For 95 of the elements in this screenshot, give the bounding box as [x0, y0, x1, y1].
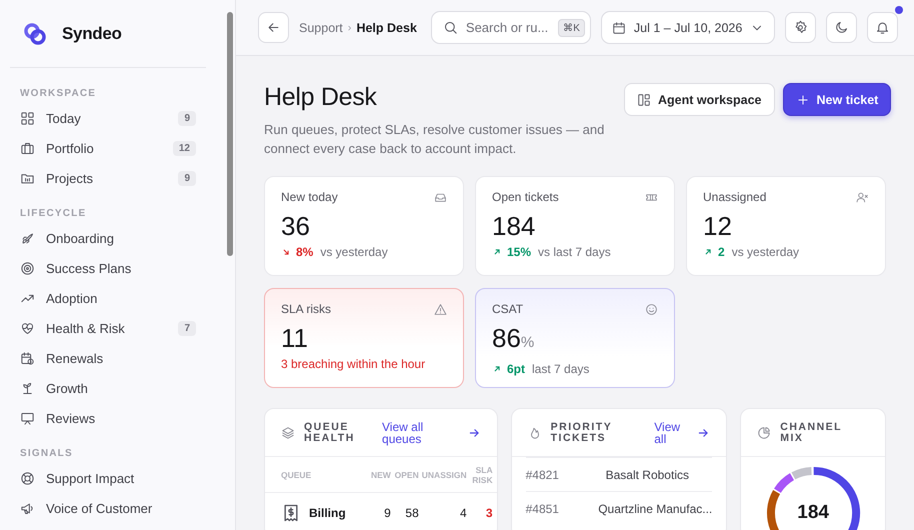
board-icon: [20, 410, 35, 426]
sidebar-item[interactable]: Portfolio 12: [10, 133, 216, 163]
sidebar-item[interactable]: Today 9: [10, 103, 216, 133]
warning-icon: [434, 302, 447, 316]
kpi-value: 11: [281, 322, 309, 354]
sidebar-item[interactable]: Success Plans: [10, 253, 216, 283]
ticket-id: #4821: [526, 468, 560, 482]
kpi-label: Unassigned: [703, 190, 766, 204]
sidebar-item[interactable]: Growth: [10, 373, 216, 403]
plus-icon: [796, 92, 810, 106]
queue-name: Billing: [309, 506, 346, 520]
sidebar-item[interactable]: Reviews: [10, 403, 216, 433]
kpi-delta: 15%: [507, 245, 532, 259]
account-name: Quartzline Manufac...: [598, 502, 712, 516]
page-title: Help Desk: [264, 83, 378, 112]
layers-icon: [281, 426, 295, 440]
sidebar-item[interactable]: Health & Risk 7: [10, 313, 216, 343]
notifications-button[interactable]: [867, 12, 898, 43]
rocket-icon: [20, 230, 35, 246]
agent-workspace-button[interactable]: Agent workspace: [624, 83, 775, 116]
table-cell-text: 58: [404, 506, 419, 520]
user-remove-icon: [856, 190, 869, 204]
sidebar-item[interactable]: Onboarding: [10, 223, 216, 253]
panel-title: CHANNEL MIX: [780, 422, 843, 444]
kpi-value: 12: [703, 210, 733, 242]
table-cell-text: 9: [383, 506, 391, 520]
kpi-label: SLA risks: [281, 302, 332, 316]
kpi-label: CSAT: [492, 302, 524, 316]
brand-name: Syndeo: [62, 24, 122, 44]
date-range-picker[interactable]: Jul 1 – Jul 10, 2026: [600, 11, 776, 44]
panel-title: PRIORITY TICKETS: [550, 422, 614, 444]
back-button[interactable]: [258, 12, 289, 43]
kpi-note: vs yesterday: [320, 245, 388, 259]
kpi-label: Open tickets: [492, 190, 559, 204]
search-icon: [442, 20, 458, 35]
theme-toggle-button[interactable]: [826, 12, 858, 43]
kpi-value: 86%: [492, 322, 536, 355]
moon-icon: [834, 20, 850, 35]
count-badge: 9: [178, 170, 196, 186]
account-name: Basalt Robotics: [606, 468, 689, 482]
kpi-delta: 6pt: [507, 362, 525, 376]
donut-total: 184: [797, 502, 829, 524]
pie-chart-icon: [757, 426, 772, 440]
layout-icon: [637, 92, 651, 106]
sidebar-item[interactable]: Support Impact: [10, 463, 216, 493]
lifebuoy-icon: [20, 470, 35, 486]
section-heading: WORKSPACE: [20, 88, 98, 100]
count-badge: 12: [172, 140, 196, 156]
kpi-note: last 7 days: [532, 362, 590, 376]
table-cell-text: 3: [484, 506, 493, 520]
settings-icon: [793, 20, 808, 35]
kpi-label: New today: [281, 190, 338, 204]
count-badge: 7: [178, 320, 196, 336]
breadcrumb-item[interactable]: Support: [299, 20, 343, 34]
kpi-value: 36: [281, 210, 311, 242]
view-all-link[interactable]: View all queues: [382, 420, 481, 444]
scrollbar-thumb[interactable]: [227, 12, 233, 256]
column-header: NEW: [370, 470, 391, 480]
kpi-note: 3 breaching within the hour: [281, 357, 426, 371]
calendar-icon: [612, 20, 626, 34]
kpi-note: vs yesterday: [732, 245, 800, 259]
column-header: UNASSIGN: [420, 470, 467, 480]
sidebar-item[interactable]: Adoption: [10, 283, 216, 313]
column-header: QUEUE: [281, 470, 312, 480]
calendar-icon: [20, 350, 35, 366]
heart-icon: [20, 320, 35, 336]
new-ticket-button[interactable]: New ticket: [782, 83, 892, 116]
briefcase-icon: [20, 140, 35, 156]
count-badge: 9: [178, 110, 196, 126]
section-heading: SIGNALS: [20, 448, 74, 460]
table-cell-text: 4: [458, 506, 467, 520]
shortcut-key: ⌘K: [558, 19, 585, 37]
smile-icon: [645, 302, 658, 316]
megaphone-icon: [20, 500, 35, 516]
bell-icon: [875, 20, 890, 35]
breadcrumb-separator: ›: [348, 22, 352, 34]
page-description: Run queues, protect SLAs, resolve customer issues — and connect every case back to account impact.: [264, 121, 606, 158]
view-all-link[interactable]: View all: [654, 420, 710, 444]
logo-icon: [22, 20, 48, 46]
kpi-delta: 2: [718, 245, 725, 259]
sidebar-item[interactable]: Renewals: [10, 343, 216, 373]
grid-icon: [20, 110, 35, 126]
kpi-delta: 8%: [296, 245, 314, 259]
sidebar-item[interactable]: Voice of Customer: [10, 493, 216, 523]
panel-title: QUEUE HEALTH: [304, 422, 356, 444]
column-header: OPEN: [394, 470, 419, 480]
sidebar-item[interactable]: Projects 9: [10, 163, 216, 193]
target-icon: [20, 260, 35, 276]
section-heading: LIFECYCLE: [20, 208, 88, 220]
breadcrumb-item: Help Desk: [356, 20, 417, 34]
settings-button[interactable]: [785, 12, 816, 43]
kpi-value: 184: [492, 210, 536, 242]
ticket-id: #4851: [526, 502, 560, 516]
column-header: SLA RISK: [471, 464, 493, 484]
kpi-note: vs last 7 days: [538, 245, 611, 259]
